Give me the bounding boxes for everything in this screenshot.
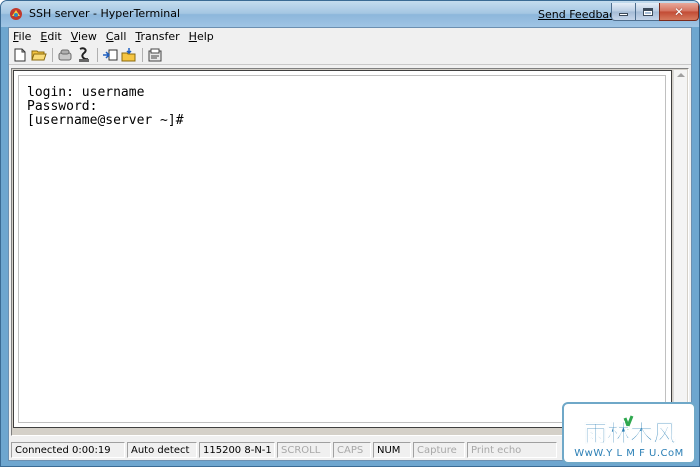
properties-icon	[148, 48, 162, 61]
scroll-up-arrow-icon[interactable]	[677, 73, 685, 77]
maximize-button[interactable]	[635, 3, 660, 21]
status-scroll: SCROLL	[277, 442, 331, 458]
send-feedback-link[interactable]: Send Feedback	[538, 8, 622, 21]
status-terminal-type: Auto detect	[127, 442, 197, 458]
send-button[interactable]	[101, 46, 119, 63]
watermark-url: WwW.Y L M F U.CoM	[574, 448, 684, 459]
client-area: File Edit View Call Transfer Help login:…	[8, 27, 692, 461]
toolbar-separator	[142, 47, 143, 62]
terminal-line: login: username	[27, 85, 145, 100]
menu-transfer[interactable]: Transfer	[135, 30, 179, 43]
status-caps: CAPS	[333, 442, 371, 458]
new-document-icon	[14, 48, 26, 61]
connect-phone-icon	[79, 46, 89, 62]
menu-call[interactable]: Call	[106, 30, 127, 43]
send-file-icon	[103, 49, 118, 60]
minimize-button[interactable]	[611, 3, 636, 21]
receive-file-icon	[121, 47, 136, 61]
open-folder-icon	[31, 50, 47, 61]
window-title: SSH server - HyperTerminal	[29, 7, 181, 20]
terminal-text-area[interactable]: login: username Password: [username@server…	[18, 75, 666, 423]
terminal-line: Password:	[27, 99, 98, 114]
watermark-logo: 雨林木风	[584, 415, 676, 446]
maximize-icon	[642, 7, 653, 16]
menu-edit[interactable]: Edit	[40, 30, 61, 43]
status-connection-time: Connected 0:00:19	[11, 442, 125, 458]
open-button[interactable]	[30, 46, 48, 63]
hyperterminal-app-icon[interactable]	[9, 7, 23, 21]
toolbar-separator	[97, 47, 98, 62]
title-bar[interactable]: SSH server - HyperTerminal Send Feedback…	[1, 1, 699, 27]
terminal-frame: login: username Password: [username@server…	[11, 68, 689, 436]
disconnect-button[interactable]	[56, 46, 74, 63]
toolbar-separator	[52, 47, 53, 62]
call-button[interactable]	[75, 46, 93, 63]
menu-view[interactable]: View	[71, 30, 97, 43]
properties-button[interactable]	[146, 46, 164, 63]
close-button[interactable]: ✕	[659, 3, 699, 21]
toolbar	[9, 45, 691, 65]
disconnect-phone-icon	[58, 49, 72, 60]
minimize-icon	[619, 13, 628, 16]
menu-help[interactable]: Help	[189, 30, 214, 43]
hyperterminal-window: SSH server - HyperTerminal Send Feedback…	[0, 0, 700, 467]
menu-file[interactable]: File	[13, 30, 31, 43]
receive-button[interactable]	[120, 46, 138, 63]
menu-bar: File Edit View Call Transfer Help	[9, 28, 691, 44]
new-connection-button[interactable]	[11, 46, 29, 63]
site-watermark: 雨林木风 WwW.Y L M F U.CoM	[562, 402, 696, 464]
close-icon: ✕	[673, 4, 685, 19]
status-port-settings: 115200 8-N-1	[199, 442, 275, 458]
status-num: NUM	[373, 442, 411, 458]
status-capture: Capture	[413, 442, 465, 458]
status-print-echo: Print echo	[467, 442, 557, 458]
watermark-logo-text: 雨林木风	[584, 420, 676, 446]
terminal-line: [username@server ~]#	[27, 113, 184, 128]
terminal-screen[interactable]: login: username Password: [username@server…	[13, 70, 672, 428]
vertical-scrollbar[interactable]	[673, 70, 687, 428]
